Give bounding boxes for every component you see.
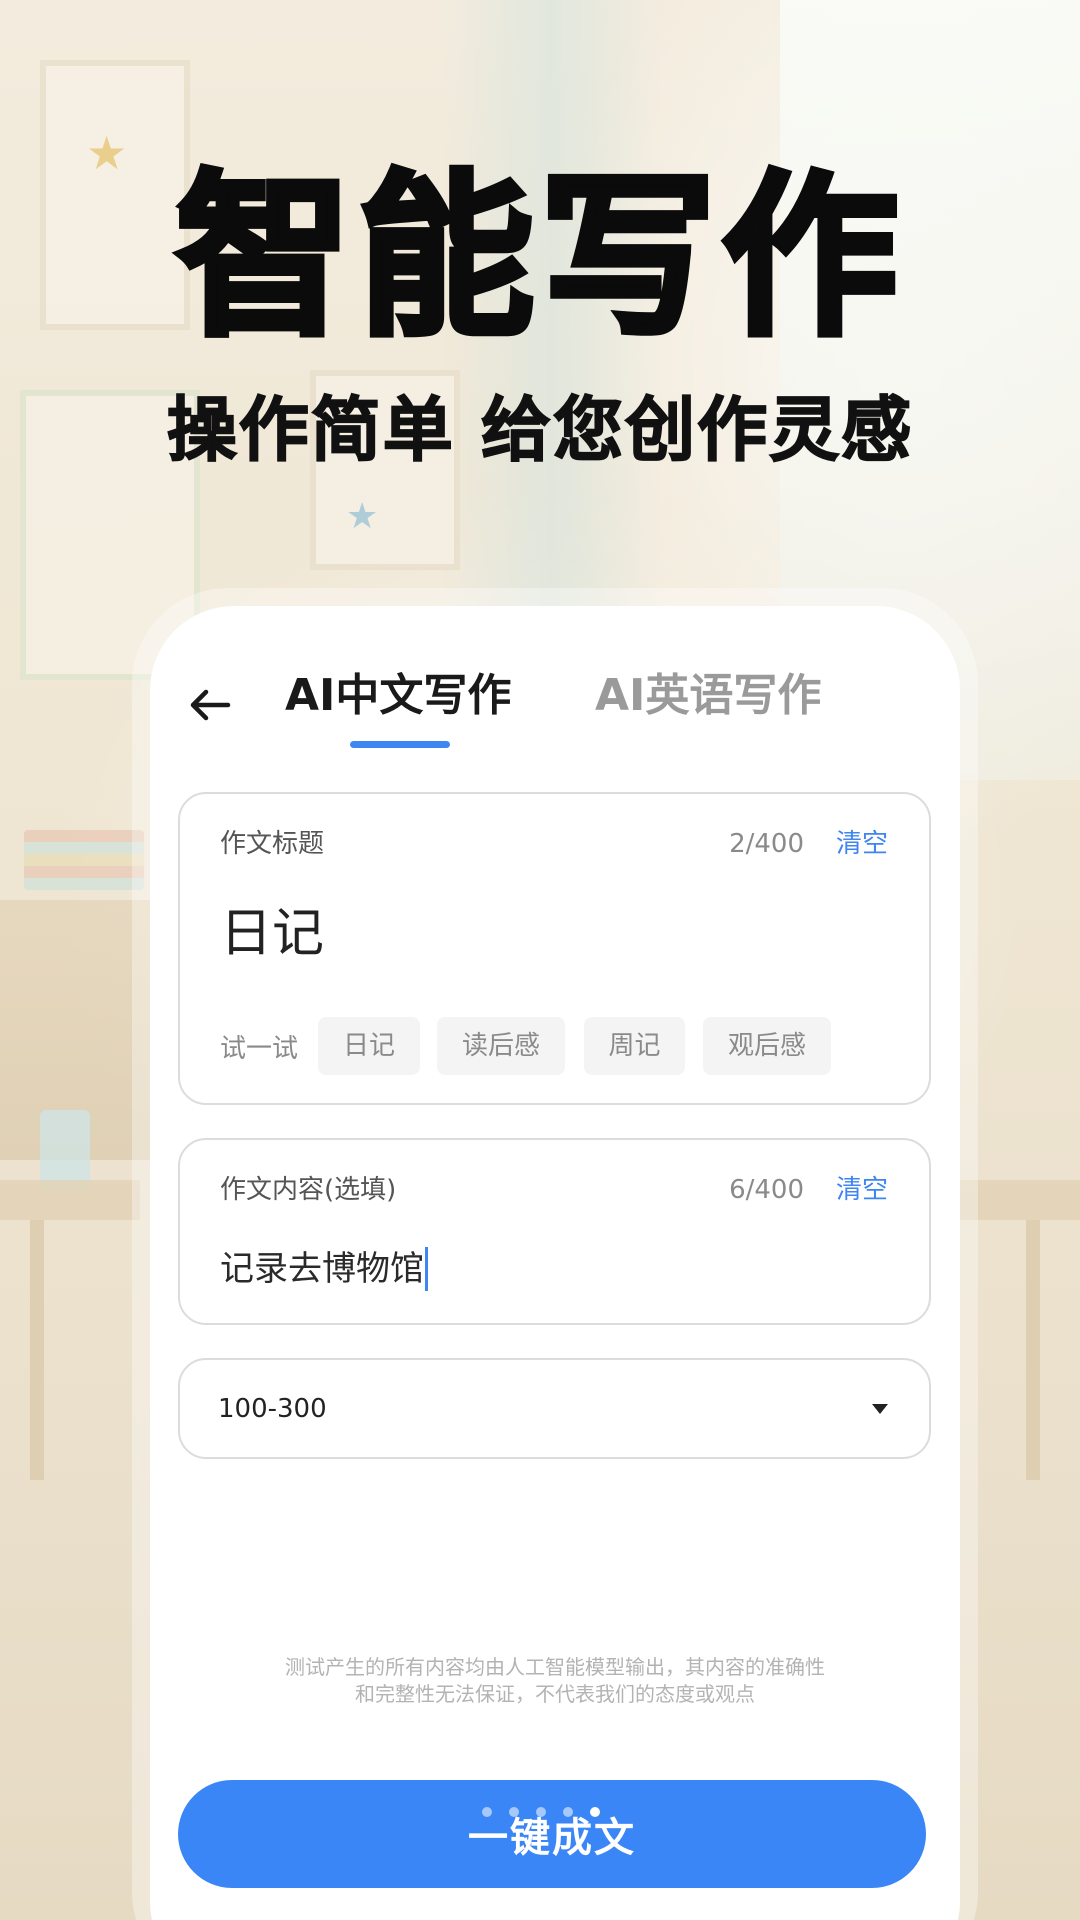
essay-title-clear-button[interactable]: 清空	[836, 827, 888, 861]
pager-dot-active	[590, 1807, 600, 1817]
essay-title-label: 作文标题	[220, 829, 325, 859]
suggestion-chip-weekly-journal[interactable]: 周记	[584, 1017, 685, 1075]
tab-ai-chinese-writing[interactable]: AI中文写作	[285, 668, 511, 724]
tab-active-indicator	[350, 741, 450, 748]
tab-ai-english-writing[interactable]: AI英语写作	[595, 668, 821, 724]
generate-essay-button[interactable]: 一键成文	[178, 1780, 926, 1888]
disclaimer-line: 测试产生的所有内容均由人工智能模型输出，其内容的准确性	[285, 1655, 825, 1679]
background-desk-leg	[1026, 1220, 1040, 1480]
pager-dot	[509, 1807, 519, 1817]
text-cursor	[425, 1247, 428, 1291]
hero-title: 智能写作	[173, 155, 904, 360]
disclaimer: 测试产生的所有内容均由人工智能模型输出，其内容的准确性 和完整性无法保证，不代表…	[230, 1654, 880, 1708]
essay-content-label: 作文内容(选填)	[220, 1175, 397, 1205]
essay-content-card	[178, 1138, 931, 1325]
pager-dots	[482, 1807, 600, 1817]
background-desk	[0, 1180, 140, 1220]
essay-content-clear-button[interactable]: 清空	[836, 1173, 888, 1207]
essay-content-text: 记录去博物馆	[220, 1249, 424, 1289]
pager-dot	[563, 1807, 573, 1817]
essay-content-input[interactable]: 记录去博物馆	[220, 1247, 428, 1291]
caret-down-icon	[872, 1404, 888, 1414]
disclaimer-line: 和完整性无法保证，不代表我们的态度或观点	[355, 1682, 755, 1706]
suggestion-chip-book-review[interactable]: 读后感	[437, 1017, 565, 1075]
suggestion-chip-movie-review[interactable]: 观后感	[703, 1017, 831, 1075]
back-button[interactable]	[180, 675, 240, 735]
hero-subtitle: 操作简单 给您创作灵感	[166, 389, 914, 471]
background-pencil-cup	[40, 1110, 90, 1190]
pager-dot	[482, 1807, 492, 1817]
essay-title-count: 2/400	[729, 829, 804, 859]
background-books	[24, 830, 144, 890]
try-it-label: 试一试	[220, 1034, 299, 1064]
essay-title-input[interactable]: 日记	[220, 902, 324, 966]
pager-dot	[536, 1807, 546, 1817]
essay-content-count: 6/400	[729, 1175, 804, 1205]
background-desk-leg	[30, 1220, 44, 1480]
arrow-left-icon	[190, 689, 231, 721]
suggestion-chip-diary[interactable]: 日记	[318, 1017, 420, 1075]
background-desk	[960, 1180, 1080, 1220]
star-icon: ★	[346, 496, 379, 537]
word-count-value: 100-300	[218, 1394, 327, 1424]
